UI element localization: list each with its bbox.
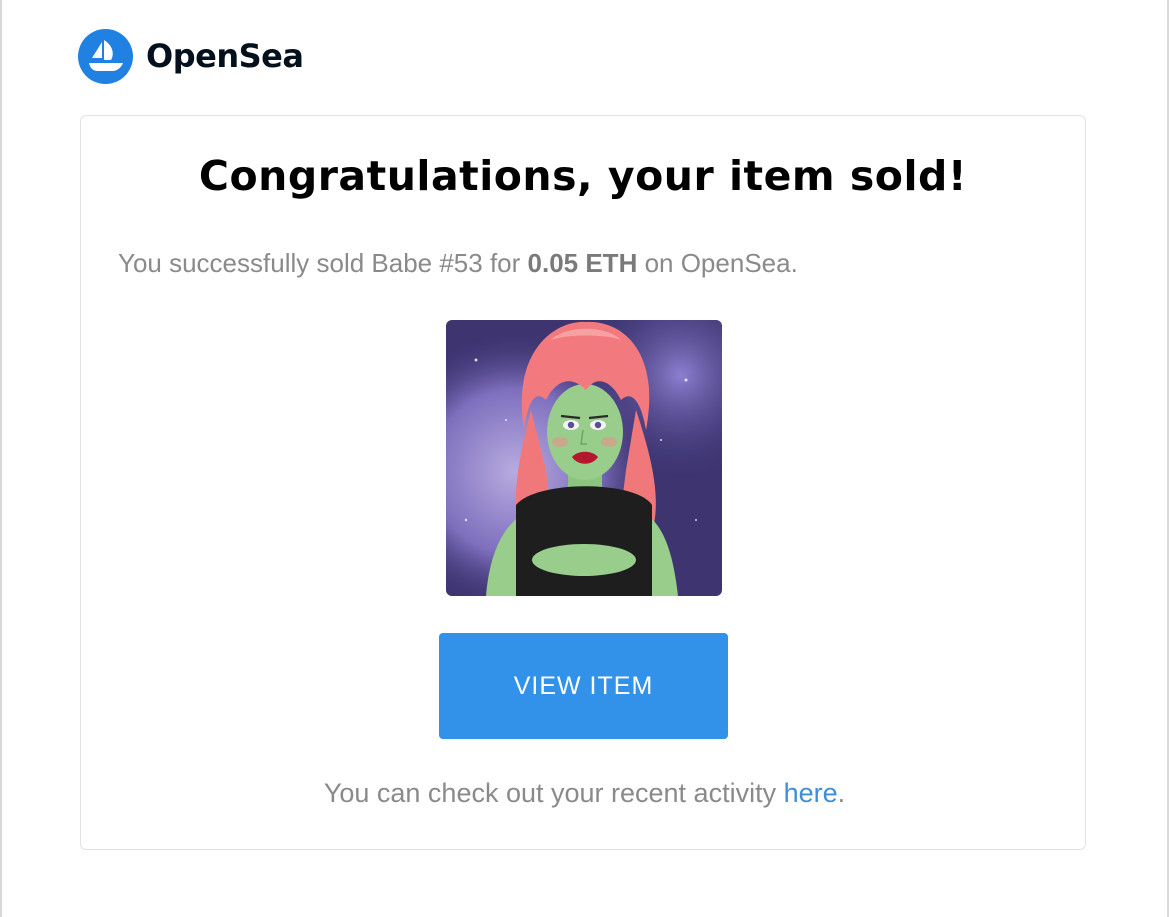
activity-link[interactable]: here [784,778,838,808]
activity-note: You can check out your recent activity h… [0,778,1169,809]
summary-suffix: on OpenSea. [637,248,798,278]
brand-name: OpenSea [146,37,304,75]
activity-note-suffix: . [837,778,846,808]
email-header: OpenSea [78,27,304,85]
page-title: Congratulations, your item sold! [198,152,968,200]
nft-image[interactable] [446,320,722,596]
sale-price: 0.05 ETH [527,248,638,278]
activity-note-prefix: You can check out your recent activity [323,778,784,808]
view-item-button[interactable]: VIEW ITEM [439,633,728,739]
sale-summary: You successfully sold Babe #53 for 0.05 … [118,248,798,279]
opensea-ship-icon [78,28,133,84]
summary-prefix: You successfully sold Babe #53 for [118,248,528,278]
